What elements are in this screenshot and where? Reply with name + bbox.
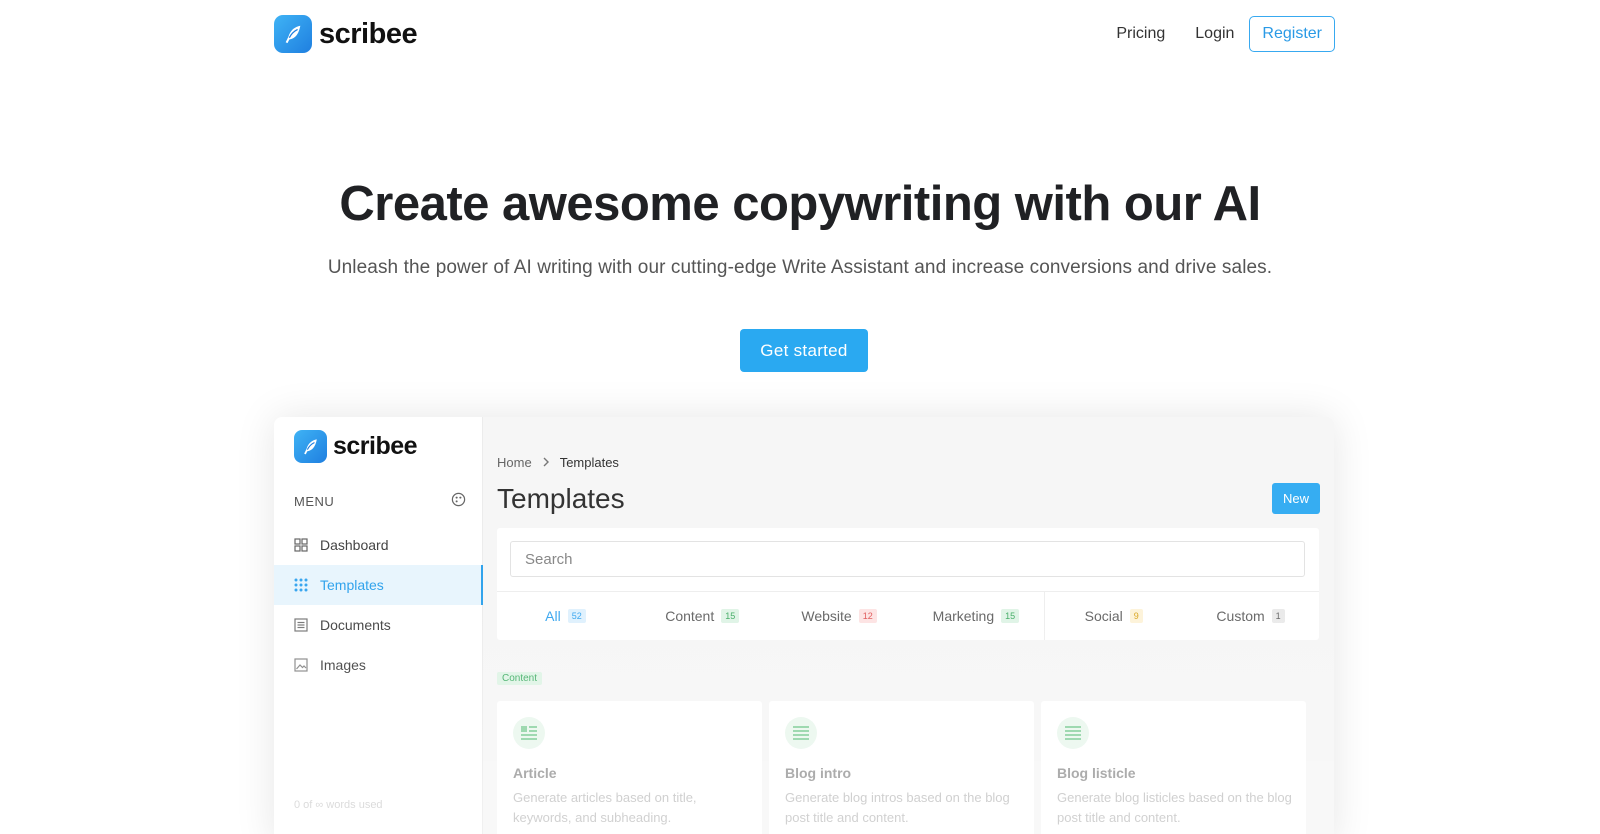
sidebar-item-documents[interactable]: Documents <box>274 605 483 645</box>
get-started-button[interactable]: Get started <box>740 329 868 372</box>
dots-grid-icon <box>294 578 308 592</box>
template-description: Generate blog listicles based on the blo… <box>1057 790 1292 825</box>
count-badge: 12 <box>858 609 877 623</box>
tab-content[interactable]: Content 15 <box>634 592 771 640</box>
feather-icon <box>274 15 312 53</box>
hero-title: Create awesome copywriting with our AI <box>339 177 1261 231</box>
tab-label: All <box>545 608 561 624</box>
template-description: Generate articles based on title, keywor… <box>513 790 697 825</box>
preview-sidebar: scribee MENU Dashboard Templates Documen… <box>274 417 483 834</box>
search-input[interactable]: Search <box>510 541 1305 577</box>
filter-card: Search All 52 Content 15 Website 12 Mark… <box>497 528 1319 640</box>
pricing-link[interactable]: Pricing <box>1116 25 1165 43</box>
tab-label: Website <box>801 608 852 624</box>
words-used-counter: 0 of ∞ words used <box>294 799 383 811</box>
lines-icon <box>785 717 817 749</box>
tab-custom[interactable]: Custom 1 <box>1182 592 1319 640</box>
breadcrumb: Home Templates <box>497 455 619 470</box>
grid-icon <box>294 538 308 552</box>
template-description: Generate blog intros based on the blog p… <box>785 790 1010 825</box>
tab-label: Marketing <box>932 608 995 624</box>
preview-main: Home Templates Templates New Search All … <box>483 417 1334 834</box>
preview-brand-logo: scribee <box>294 430 418 463</box>
breadcrumb-home[interactable]: Home <box>497 455 532 470</box>
template-name: Blog intro <box>785 765 852 781</box>
section-label: Content <box>497 672 543 685</box>
hero-subtitle: Unleash the power of AI writing with our… <box>327 257 1273 278</box>
document-icon <box>294 618 308 632</box>
sidebar-menu: Dashboard Templates Documents Images <box>274 525 483 685</box>
tab-label: Social <box>1084 608 1123 624</box>
template-name: Blog listicle <box>1057 765 1136 781</box>
count-badge: 15 <box>721 609 740 623</box>
register-button[interactable]: Register <box>1249 16 1335 52</box>
tab-social[interactable]: Social 9 <box>1044 592 1182 640</box>
tab-marketing[interactable]: Marketing 15 <box>907 592 1044 640</box>
brand-name: scribee <box>319 17 418 50</box>
menu-header: MENU <box>294 492 466 510</box>
sidebar-item-templates[interactable]: Templates <box>274 565 483 605</box>
tab-label: Custom <box>1216 608 1265 624</box>
page-title: Templates <box>497 483 625 514</box>
lines-icon <box>1057 717 1089 749</box>
sidebar-item-label: Templates <box>320 577 384 593</box>
nav-links: Pricing Login Register <box>1116 16 1335 52</box>
sidebar-item-images[interactable]: Images <box>274 645 483 685</box>
category-tabs: All 52 Content 15 Website 12 Marketing 1… <box>497 591 1319 640</box>
template-card-article[interactable]: Article Generate articles based on title… <box>497 701 762 834</box>
count-badge: 1 <box>1271 609 1285 623</box>
template-card-blog-listicle[interactable]: Blog listicle Generate blog listicles ba… <box>1041 701 1306 834</box>
chevron-right-icon <box>542 455 550 470</box>
template-name: Article <box>513 765 557 781</box>
article-icon <box>513 717 545 749</box>
palette-icon <box>451 492 466 510</box>
preview-brand-name: scribee <box>333 432 418 460</box>
template-card-blog-intro[interactable]: Blog intro Generate blog intros based on… <box>769 701 1034 834</box>
breadcrumb-current: Templates <box>559 455 619 470</box>
image-icon <box>294 658 308 672</box>
top-navigation: scribee Pricing Login Register <box>0 0 1600 70</box>
sidebar-item-label: Documents <box>320 617 391 633</box>
menu-label: MENU <box>294 493 335 509</box>
sidebar-item-dashboard[interactable]: Dashboard <box>274 525 483 565</box>
sidebar-item-label: Dashboard <box>320 537 389 553</box>
tab-website[interactable]: Website 12 <box>771 592 908 640</box>
count-badge: 15 <box>1001 609 1020 623</box>
new-template-button[interactable]: New <box>1271 483 1320 514</box>
count-badge: 52 <box>567 609 586 623</box>
tab-all[interactable]: All 52 <box>497 592 634 640</box>
tab-label: Content <box>665 608 715 624</box>
sidebar-item-label: Images <box>320 657 366 673</box>
login-link[interactable]: Login <box>1195 25 1234 43</box>
count-badge: 9 <box>1129 609 1143 623</box>
app-preview: scribee MENU Dashboard Templates Documen… <box>274 417 1334 834</box>
feather-icon <box>294 430 327 463</box>
brand-logo[interactable]: scribee <box>274 15 418 53</box>
